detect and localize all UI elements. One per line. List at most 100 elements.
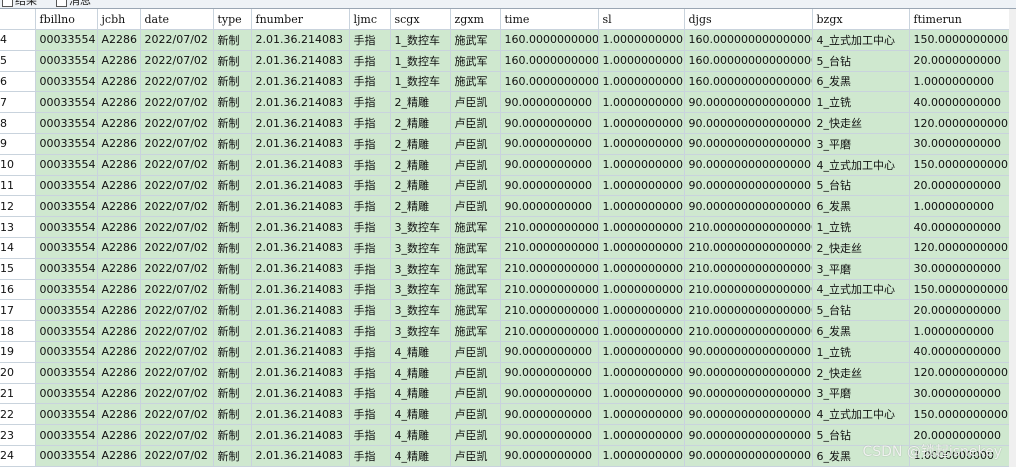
cell-bzgx[interactable]: 1_立铣	[812, 91, 910, 114]
cell-date[interactable]: 2022/07/02	[140, 424, 214, 446]
cell-ljmc[interactable]: 手指	[349, 71, 391, 93]
cell-bzgx[interactable]: 2_快走丝	[812, 362, 910, 384]
cell-date[interactable]: 2022/07/02	[140, 112, 214, 134]
cell-djgs[interactable]: 90.000000000000000	[684, 383, 813, 405]
cell-date[interactable]: 2022/07/02	[140, 445, 214, 467]
cell-ljmc[interactable]: 手指	[349, 362, 391, 384]
cell-time[interactable]: 90.0000000000	[500, 112, 599, 134]
table-row[interactable]: 24 00033554 A2286 2022/07/02 新制 2.01.36.21408…	[0, 445, 1010, 467]
cell-fbillno[interactable]: 00033554	[35, 195, 98, 218]
cell-bzgx[interactable]: 4_立式加工中心	[812, 403, 910, 426]
cell-fnumber[interactable]: 2.01.36.214083	[251, 362, 350, 384]
cell-sl[interactable]: 1.0000000000	[598, 403, 685, 426]
cell-date[interactable]: 2022/07/02	[140, 216, 214, 238]
cell-time[interactable]: 210.0000000000	[500, 279, 599, 301]
cell-sl[interactable]: 1.0000000000	[598, 91, 685, 114]
cell-ljmc[interactable]: 手指	[349, 299, 391, 322]
cell-time[interactable]: 90.0000000000	[500, 383, 599, 405]
table-row[interactable]: 12 00033554 A2286 2022/07/02 新制 2.01.36.21408…	[0, 195, 1010, 218]
cell-djgs[interactable]: 90.000000000000000	[684, 445, 813, 467]
table-row[interactable]: 22 00033554 A2286 2022/07/02 新制 2.01.36.21408…	[0, 403, 1010, 426]
cell-sl[interactable]: 1.0000000000	[598, 258, 685, 280]
cell-bzgx[interactable]: 1_立铣	[812, 216, 910, 238]
column-header-date[interactable]: date	[140, 9, 214, 30]
cell-fbillno[interactable]: 00033554	[35, 403, 98, 426]
cell-fbillno[interactable]: 00033554	[35, 50, 98, 72]
cell-zgxm[interactable]: 施武军	[450, 258, 501, 280]
table-row[interactable]: 15 00033554 A2286 2022/07/02 新制 2.01.36.21408…	[0, 258, 1010, 280]
cell-djgs[interactable]: 160.000000000000000	[684, 50, 813, 72]
cell-time[interactable]: 90.0000000000	[500, 133, 599, 155]
cell-ftimerun[interactable]: 150.0000000000	[909, 29, 1010, 51]
cell-type[interactable]: 新制	[213, 445, 252, 467]
cell-type[interactable]: 新制	[213, 216, 252, 238]
cell-scgx[interactable]: 4_精雕	[390, 403, 451, 426]
cell-scgx[interactable]: 1_数控车	[390, 29, 451, 51]
cell-type[interactable]: 新制	[213, 50, 252, 72]
cell-sl[interactable]: 1.0000000000	[598, 195, 685, 218]
column-header-type[interactable]: type	[213, 9, 252, 30]
cell-djgs[interactable]: 90.000000000000000	[684, 91, 813, 114]
cell-fnumber[interactable]: 2.01.36.214083	[251, 445, 350, 467]
cell-fbillno[interactable]: 00033554	[35, 341, 98, 363]
table-row[interactable]: 13 00033554 A2286 2022/07/02 新制 2.01.36.21408…	[0, 216, 1010, 238]
cell-bzgx[interactable]: 4_立式加工中心	[812, 154, 910, 176]
cell-sl[interactable]: 1.0000000000	[598, 424, 685, 446]
cell-time[interactable]: 90.0000000000	[500, 403, 599, 426]
cell-time[interactable]: 210.0000000000	[500, 258, 599, 280]
row-number-header[interactable]	[0, 9, 36, 30]
cell-ftimerun[interactable]: 150.0000000000	[909, 154, 1010, 176]
cell-scgx[interactable]: 3_数控车	[390, 279, 451, 301]
cell-ljmc[interactable]: 手指	[349, 341, 391, 363]
cell-djgs[interactable]: 90.000000000000000	[684, 112, 813, 134]
cell-sl[interactable]: 1.0000000000	[598, 216, 685, 238]
cell-jcbh[interactable]: A2286	[97, 237, 141, 259]
cell-bzgx[interactable]: 3_平磨	[812, 258, 910, 280]
cell-zgxm[interactable]: 施武军	[450, 29, 501, 51]
cell-jcbh[interactable]: A2286	[97, 258, 141, 280]
column-header-fnumber[interactable]: fnumber	[251, 9, 350, 30]
cell-ljmc[interactable]: 手指	[349, 320, 391, 342]
cell-type[interactable]: 新制	[213, 237, 252, 259]
cell-sl[interactable]: 1.0000000000	[598, 71, 685, 93]
cell-fnumber[interactable]: 2.01.36.214083	[251, 341, 350, 363]
cell-bzgx[interactable]: 4_立式加工中心	[812, 29, 910, 51]
cell-ftimerun[interactable]: 40.0000000000	[909, 216, 1010, 238]
cell-bzgx[interactable]: 6_发黑	[812, 71, 910, 93]
row-number-cell[interactable]: 4	[0, 29, 36, 51]
cell-sl[interactable]: 1.0000000000	[598, 341, 685, 363]
row-number-cell[interactable]: 9	[0, 133, 36, 155]
table-row[interactable]: 23 00033554 A2286 2022/07/02 新制 2.01.36.21408…	[0, 424, 1010, 446]
cell-jcbh[interactable]: A2286	[97, 445, 141, 467]
cell-time[interactable]: 90.0000000000	[500, 445, 599, 467]
row-number-cell[interactable]: 11	[0, 175, 36, 197]
cell-type[interactable]: 新制	[213, 362, 252, 384]
cell-type[interactable]: 新制	[213, 154, 252, 176]
cell-time[interactable]: 210.0000000000	[500, 237, 599, 259]
results-grid[interactable]: fbillno jcbh date type fnumber ljmc scgx zgxm ti…	[0, 9, 1010, 467]
cell-scgx[interactable]: 3_数控车	[390, 258, 451, 280]
cell-sl[interactable]: 1.0000000000	[598, 154, 685, 176]
cell-jcbh[interactable]: A2286	[97, 112, 141, 134]
cell-bzgx[interactable]: 2_快走丝	[812, 112, 910, 134]
cell-type[interactable]: 新制	[213, 195, 252, 218]
cell-fbillno[interactable]: 00033554	[35, 362, 98, 384]
cell-zgxm[interactable]: 卢臣凯	[450, 424, 501, 446]
cell-sl[interactable]: 1.0000000000	[598, 237, 685, 259]
cell-fnumber[interactable]: 2.01.36.214083	[251, 71, 350, 93]
cell-ljmc[interactable]: 手指	[349, 195, 391, 218]
cell-ftimerun[interactable]: 40.0000000000	[909, 341, 1010, 363]
cell-time[interactable]: 90.0000000000	[500, 91, 599, 114]
cell-djgs[interactable]: 90.000000000000000	[684, 133, 813, 155]
cell-sl[interactable]: 1.0000000000	[598, 29, 685, 51]
cell-scgx[interactable]: 1_数控车	[390, 71, 451, 93]
cell-ftimerun[interactable]: 120.0000000000	[909, 237, 1010, 259]
cell-fbillno[interactable]: 00033554	[35, 237, 98, 259]
table-row[interactable]: 16 00033554 A2286 2022/07/02 新制 2.01.36.21408…	[0, 279, 1010, 301]
cell-date[interactable]: 2022/07/02	[140, 258, 214, 280]
cell-ftimerun[interactable]: 30.0000000000	[909, 383, 1010, 405]
cell-djgs[interactable]: 90.000000000000000	[684, 154, 813, 176]
row-number-cell[interactable]: 20	[0, 362, 36, 384]
cell-zgxm[interactable]: 卢臣凯	[450, 403, 501, 426]
cell-ftimerun[interactable]: 1.0000000000	[909, 71, 1010, 93]
